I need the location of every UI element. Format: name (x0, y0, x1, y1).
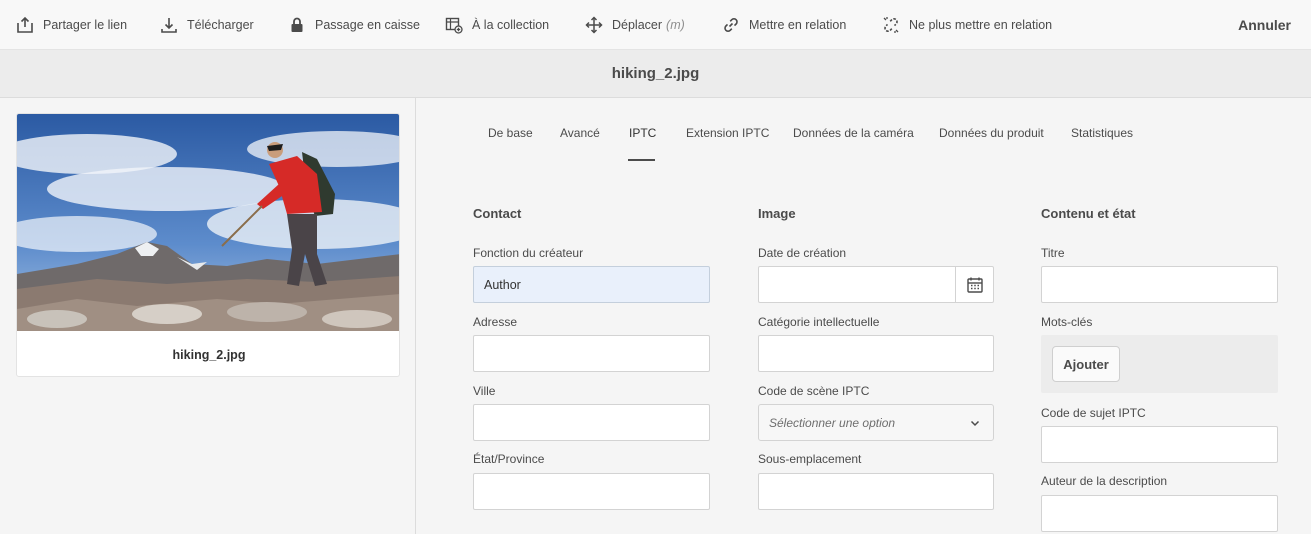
calendar-icon (966, 277, 983, 293)
download-button[interactable]: Télécharger (160, 0, 254, 50)
tab-camera-data[interactable]: Données de la caméra (793, 126, 914, 140)
creator-job-title-label: Fonction du créateur (473, 246, 584, 260)
description-writer-label: Auteur de la description (1041, 474, 1168, 488)
move-button[interactable]: Déplacer (m) (585, 0, 685, 50)
relate-button[interactable]: Mettre en relation (722, 0, 846, 50)
collection-add-icon (445, 17, 463, 34)
tab-statistics[interactable]: Statistiques (1071, 126, 1133, 140)
share-link-label: Partager le lien (43, 18, 128, 32)
date-created-label: Date de création (758, 246, 847, 260)
lock-icon (291, 17, 303, 32)
add-to-collection-button[interactable]: À la collection (445, 0, 549, 50)
asset-card[interactable]: hiking_2.jpg (16, 113, 400, 377)
download-icon (161, 18, 177, 33)
unrelate-label: Ne plus mettre en relation (909, 18, 1053, 32)
keywords-label: Mots-clés (1041, 315, 1093, 329)
page-title: hiking_2.jpg (611, 65, 700, 82)
add-to-collection-label: À la collection (472, 18, 550, 32)
iptc-subject-code-field[interactable] (1041, 426, 1278, 463)
title-bar: hiking_2.jpg (0, 50, 1311, 98)
tab-iptc[interactable]: IPTC (629, 126, 656, 140)
asset-thumbnail (17, 114, 399, 331)
content-status-heading: Contenu et état (1041, 206, 1136, 221)
checkout-label: Passage en caisse (315, 18, 420, 32)
city-field[interactable] (473, 404, 710, 441)
description-writer-field[interactable] (1041, 495, 1278, 532)
intellectual-genre-label: Catégorie intellectuelle (758, 315, 880, 329)
tab-product-data[interactable]: Données du produit (939, 126, 1044, 140)
city-label: Ville (473, 384, 496, 398)
chevron-down-icon (970, 420, 980, 427)
address-label: Adresse (473, 315, 518, 329)
move-label: Déplacer (612, 18, 663, 32)
relate-label: Mettre en relation (749, 18, 847, 32)
keywords-tag-field: Ajouter (1041, 335, 1278, 393)
unlink-icon (883, 17, 899, 33)
move-shortcut: (m) (666, 18, 685, 32)
state-province-label: État/Province (473, 452, 545, 466)
title-field[interactable] (1041, 266, 1278, 303)
address-field[interactable] (473, 335, 710, 372)
title-label: Titre (1041, 246, 1065, 260)
asset-card-name: hiking_2.jpg (172, 347, 246, 362)
asset-preview-panel: hiking_2.jpg (0, 98, 416, 534)
share-link-button[interactable]: Partager le lien (16, 0, 127, 50)
date-created-field[interactable] (758, 266, 994, 303)
creator-job-title-field[interactable]: Author (473, 266, 710, 303)
image-heading: Image (758, 206, 796, 221)
tab-basic[interactable]: De base (488, 126, 533, 140)
move-icon (585, 16, 603, 34)
iptc-scene-code-placeholder: Sélectionner une option (769, 415, 896, 430)
unrelate-button[interactable]: Ne plus mettre en relation (882, 0, 1052, 50)
sublocation-field[interactable] (758, 473, 994, 510)
tab-iptc-extension[interactable]: Extension IPTC (686, 126, 769, 140)
state-province-field[interactable] (473, 473, 710, 510)
download-label: Télécharger (187, 18, 254, 32)
intellectual-genre-field[interactable] (758, 335, 994, 372)
contact-heading: Contact (473, 206, 522, 221)
active-tab-indicator (628, 159, 655, 161)
iptc-subject-code-label: Code de sujet IPTC (1041, 406, 1146, 420)
iptc-scene-code-select[interactable]: Sélectionner une option (758, 404, 994, 441)
date-picker-button[interactable] (955, 267, 993, 302)
checkout-button[interactable]: Passage en caisse (288, 0, 420, 50)
cancel-button[interactable]: Annuler (1238, 0, 1291, 50)
link-icon (724, 18, 738, 32)
share-icon (17, 16, 33, 33)
action-toolbar: Partager le lien Télécharger Passage en … (0, 0, 1311, 50)
sublocation-label: Sous-emplacement (758, 452, 862, 466)
properties-panel: De base Avancé IPTC Extension IPTC Donné… (417, 98, 1311, 534)
add-keyword-button[interactable]: Ajouter (1052, 346, 1120, 382)
tab-advanced[interactable]: Avancé (560, 126, 600, 140)
iptc-scene-code-label: Code de scène IPTC (758, 384, 870, 398)
